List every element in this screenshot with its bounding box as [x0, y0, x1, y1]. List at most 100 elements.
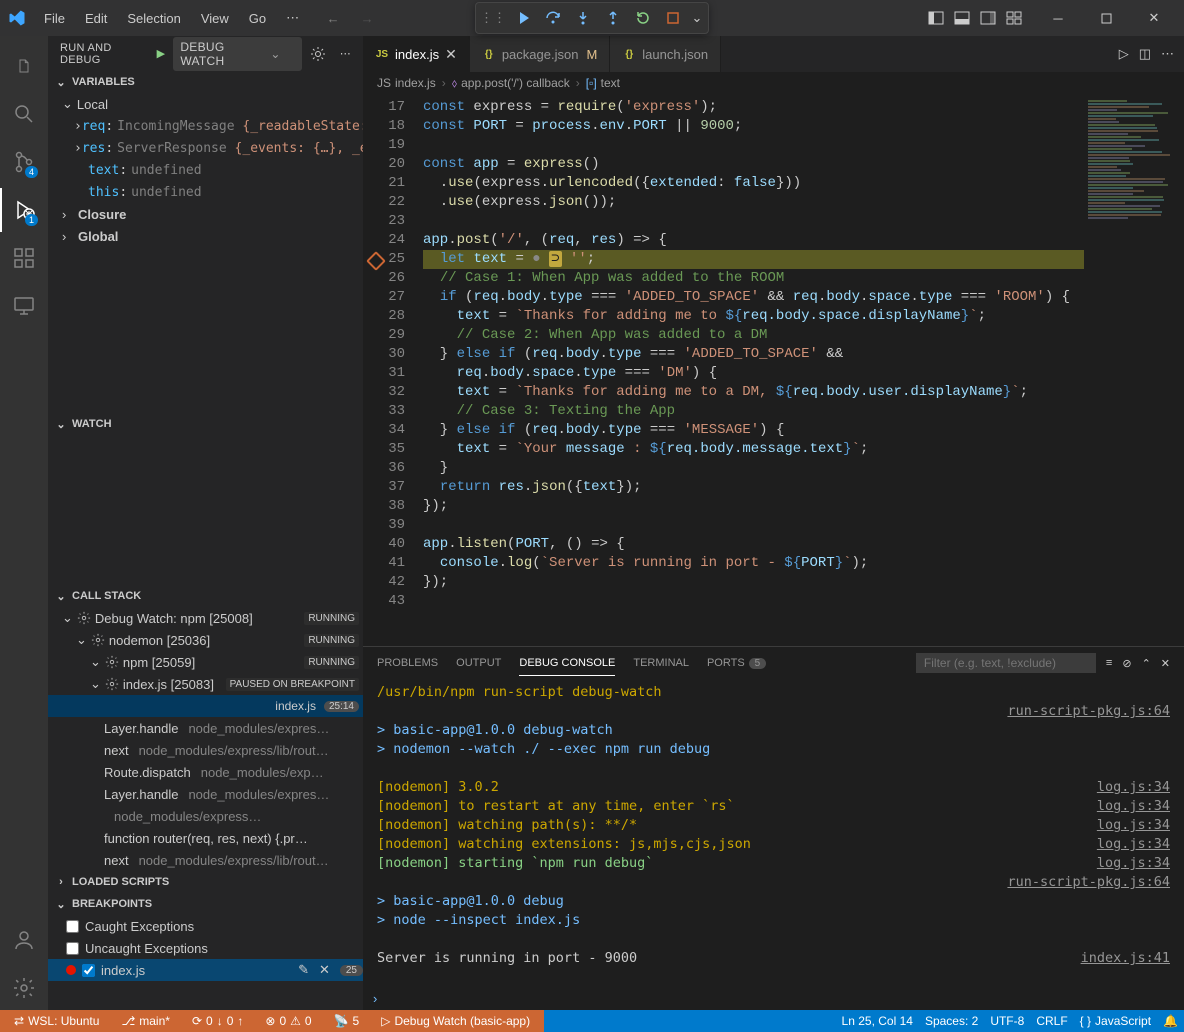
minimap[interactable] — [1084, 94, 1184, 646]
watch-section-header[interactable]: ⌄WATCH — [48, 413, 363, 435]
debug-step-out-button[interactable] — [602, 7, 624, 29]
window-close-button[interactable]: ✕ — [1132, 0, 1176, 36]
tab-debug-console[interactable]: DEBUG CONSOLE — [519, 651, 615, 676]
status-ports[interactable]: 📡5 — [328, 1010, 366, 1032]
breakpoint-uncaught-exceptions[interactable]: Uncaught Exceptions — [48, 937, 363, 959]
status-branch[interactable]: ⎇main* — [115, 1010, 176, 1032]
status-problems[interactable]: ⊗0 ⚠0 — [259, 1010, 317, 1032]
nav-back-button[interactable]: ← — [321, 6, 345, 30]
callstack-row[interactable]: nextnode_modules/express/lib/rout… — [48, 849, 363, 871]
close-panel-icon[interactable]: ✕ — [1161, 657, 1170, 670]
checkbox[interactable] — [66, 920, 79, 933]
activity-extensions-button[interactable] — [0, 236, 48, 280]
debug-continue-button[interactable] — [512, 7, 534, 29]
close-icon[interactable]: ✕ — [445, 46, 457, 63]
status-cursor-pos[interactable]: Ln 25, Col 14 — [836, 1010, 919, 1032]
window-maximize-button[interactable] — [1084, 0, 1128, 36]
tab-output[interactable]: OUTPUT — [456, 651, 501, 675]
status-remote[interactable]: ⇄WSL: Ubuntu — [8, 1010, 105, 1032]
menu-view[interactable]: View — [193, 7, 237, 30]
callstack-row[interactable]: ⌄Debug Watch: npm [25008]RUNNING — [48, 607, 363, 629]
callstack-row[interactable]: nextnode_modules/express/lib/rout… — [48, 739, 363, 761]
status-debug-session[interactable]: ▷Debug Watch (basic-app) — [375, 1010, 536, 1032]
tab-problems[interactable]: PROBLEMS — [377, 651, 438, 675]
breadcrumb[interactable]: JSindex.js › ⬨app.post('/') callback › [… — [363, 72, 1184, 94]
breakpoint-caught-exceptions[interactable]: Caught Exceptions — [48, 915, 363, 937]
layout-secondary-sidebar-icon[interactable] — [976, 6, 1000, 30]
close-icon[interactable]: ✕ — [319, 962, 330, 978]
loaded-scripts-section-header[interactable]: ›LOADED SCRIPTS — [48, 871, 363, 893]
activity-explorer-button[interactable] — [0, 44, 48, 88]
filter-icon[interactable]: ≡ — [1106, 657, 1112, 669]
checkbox[interactable] — [82, 964, 95, 977]
callstack-section-header[interactable]: ⌄CALL STACK — [48, 585, 363, 607]
layout-primary-sidebar-icon[interactable] — [924, 6, 948, 30]
activity-settings-button[interactable] — [0, 966, 48, 1010]
maximize-panel-icon[interactable]: ⌃ — [1142, 657, 1151, 670]
editor-tab[interactable]: {}package.jsonM — [470, 36, 610, 72]
variable-row[interactable]: ›res: ServerResponse {_events: {…}, _ev… — [48, 137, 363, 159]
callstack-row[interactable]: ⌄nodemon [25036]RUNNING — [48, 629, 363, 651]
callstack-row[interactable]: node_modules/express… — [48, 805, 363, 827]
gear-icon[interactable] — [310, 46, 326, 62]
layout-panel-icon[interactable] — [950, 6, 974, 30]
window-minimize-button[interactable]: ─ — [1036, 0, 1080, 36]
activity-accounts-button[interactable] — [0, 918, 48, 962]
debug-toolbar-grip[interactable]: ⋮⋮ — [482, 7, 504, 29]
menu-overflow[interactable]: ⋯ — [278, 6, 307, 30]
console-filter-input[interactable] — [916, 653, 1096, 673]
variable-row[interactable]: this: undefined — [48, 181, 363, 203]
menu-selection[interactable]: Selection — [119, 7, 188, 30]
callstack-row[interactable]: function router(req, res, next) {.pr… — [48, 827, 363, 849]
clear-console-icon[interactable]: ⊘ — [1122, 657, 1131, 670]
activity-search-button[interactable] — [0, 92, 48, 136]
status-language[interactable]: { }JavaScript — [1074, 1010, 1157, 1032]
status-eol[interactable]: CRLF — [1030, 1010, 1073, 1032]
status-sync[interactable]: ⟳0↓ 0↑ — [186, 1010, 249, 1032]
closure-scope[interactable]: › Closure — [48, 203, 363, 225]
edit-icon[interactable]: ✎ — [298, 962, 309, 978]
editor-tab[interactable]: JSindex.js✕ — [363, 36, 470, 72]
local-scope[interactable]: ⌄Local — [48, 93, 363, 115]
breakpoint-file-indexjs[interactable]: index.js ✎ ✕ 25 — [48, 959, 363, 981]
debug-config-select[interactable]: Debug Watch ⌄ — [173, 37, 301, 71]
nav-forward-button[interactable]: → — [355, 6, 379, 30]
variables-section-header[interactable]: ⌄VARIABLES — [48, 71, 363, 93]
variable-row[interactable]: ›req: IncomingMessage {_readableState: … — [48, 115, 363, 137]
editor-tab[interactable]: {}launch.json — [610, 36, 721, 72]
play-icon[interactable]: ▶ — [157, 47, 166, 60]
variable-row[interactable]: text: undefined — [48, 159, 363, 181]
status-encoding[interactable]: UTF-8 — [984, 1010, 1030, 1032]
menu-edit[interactable]: Edit — [77, 7, 115, 30]
split-editor-icon[interactable]: ◫ — [1139, 46, 1151, 62]
tab-terminal[interactable]: TERMINAL — [633, 651, 689, 675]
menu-file[interactable]: File — [36, 7, 73, 30]
menu-go[interactable]: Go — [241, 7, 274, 30]
activity-debug-button[interactable]: 1 — [0, 188, 48, 232]
more-icon[interactable]: ⋯ — [340, 47, 351, 60]
callstack-row[interactable]: Layer.handlenode_modules/expres… — [48, 783, 363, 805]
status-spaces[interactable]: Spaces: 2 — [919, 1010, 984, 1032]
debug-stop-button[interactable] — [662, 7, 684, 29]
callstack-row[interactable]: ⌄npm [25059]RUNNING — [48, 651, 363, 673]
checkbox[interactable] — [66, 942, 79, 955]
callstack-row[interactable]: ⌄index.js [25083]PAUSED ON BREAKPOINT — [48, 673, 363, 695]
status-notifications-icon[interactable]: 🔔 — [1157, 1010, 1184, 1032]
activity-scm-button[interactable]: 4 — [0, 140, 48, 184]
breakpoints-section-header[interactable]: ⌄BREAKPOINTS — [48, 893, 363, 915]
debug-step-over-button[interactable] — [542, 7, 564, 29]
debug-toolbar-picker[interactable]: ⌄ — [692, 7, 702, 29]
debug-restart-button[interactable] — [632, 7, 654, 29]
callstack-row[interactable]: Route.dispatchnode_modules/exp… — [48, 761, 363, 783]
more-icon[interactable]: ⋯ — [1161, 46, 1174, 62]
activity-remote-explorer-button[interactable] — [0, 284, 48, 328]
callstack-row[interactable]: Layer.handlenode_modules/expres… — [48, 717, 363, 739]
debug-console-repl-input[interactable]: › — [363, 986, 1184, 1010]
debug-step-into-button[interactable] — [572, 7, 594, 29]
global-scope[interactable]: › Global — [48, 225, 363, 247]
layout-customize-icon[interactable] — [1002, 6, 1026, 30]
run-file-icon[interactable]: ▷ — [1119, 46, 1129, 62]
callstack-row[interactable]: index.js25:14 — [48, 695, 363, 717]
debug-console-body[interactable]: /usr/bin/npm run-script debug-watchrun-s… — [363, 679, 1184, 986]
tab-ports[interactable]: PORTS5 — [707, 651, 766, 675]
